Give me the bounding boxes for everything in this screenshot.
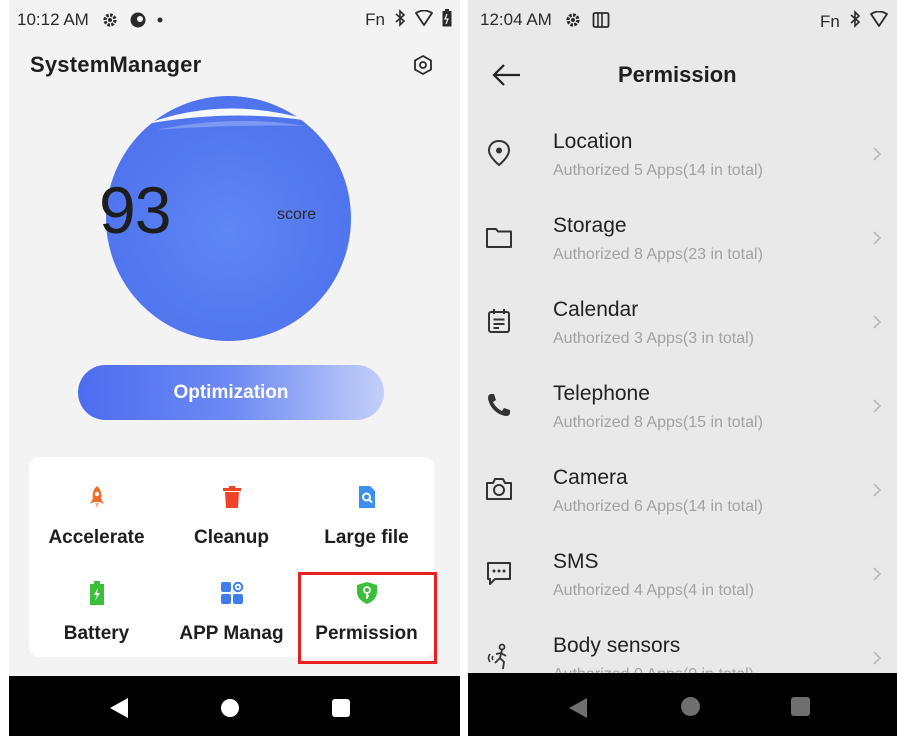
permission-name: SMS bbox=[553, 550, 599, 573]
status-bar: 10:12 AM Fn bbox=[9, 0, 460, 40]
battery-icon bbox=[89, 581, 104, 605]
status-time: 12:04 AM bbox=[480, 10, 552, 29]
wifi-icon bbox=[415, 9, 433, 31]
tool-label: Accelerate bbox=[48, 527, 145, 548]
wifi-icon bbox=[869, 10, 888, 32]
gear-status-icon bbox=[101, 11, 119, 29]
permission-name: Body sensors bbox=[553, 634, 681, 657]
chevron-right-icon bbox=[873, 399, 882, 413]
tool-label: Battery bbox=[63, 623, 130, 644]
gear-status-icon bbox=[564, 11, 582, 29]
rocket-icon bbox=[89, 486, 104, 508]
permission-item-telephone[interactable]: Telephone Authorized 8 Apps(15 in total) bbox=[468, 382, 897, 466]
camera-icon bbox=[486, 478, 512, 500]
folder-icon bbox=[486, 228, 512, 248]
permission-item-sms[interactable]: SMS Authorized 4 Apps(4 in total) bbox=[468, 550, 897, 634]
nav-recents-icon[interactable] bbox=[332, 699, 350, 717]
settings-icon[interactable] bbox=[412, 54, 434, 76]
back-arrow-icon[interactable] bbox=[492, 62, 522, 88]
permission-name: Calendar bbox=[553, 298, 639, 321]
chevron-right-icon bbox=[873, 315, 882, 329]
tool-label: Cleanup bbox=[194, 527, 269, 548]
permission-count: Authorized 3 Apps(3 in total) bbox=[553, 330, 755, 347]
permission-name: Telephone bbox=[553, 382, 650, 405]
dot-status-icon bbox=[157, 17, 163, 23]
system-manager-screen: 10:12 AM Fn SystemManager 93 score Optim… bbox=[9, 0, 460, 736]
bluetooth-icon bbox=[394, 8, 406, 32]
permission-count: Authorized 8 Apps(15 in total) bbox=[553, 414, 763, 431]
body-sensor-icon bbox=[487, 643, 507, 670]
fn-indicator: Fn bbox=[365, 10, 385, 29]
permission-name: Location bbox=[553, 130, 633, 153]
tool-cleanup[interactable]: Cleanup bbox=[164, 485, 299, 549]
permission-name: Storage bbox=[553, 214, 627, 237]
app-title: SystemManager bbox=[30, 52, 202, 77]
nav-home-icon[interactable] bbox=[681, 697, 700, 716]
app-grid-icon bbox=[220, 581, 243, 604]
nav-back-icon[interactable] bbox=[568, 697, 588, 724]
tool-app-manager[interactable]: APP Manag bbox=[164, 581, 299, 645]
permission-count: Authorized 8 Apps(23 in total) bbox=[553, 246, 763, 263]
permission-count: Authorized 6 Apps(14 in total) bbox=[553, 498, 763, 515]
permission-highlight-box bbox=[298, 572, 437, 664]
status-time: 10:12 AM bbox=[17, 10, 89, 29]
score-unit: score bbox=[277, 206, 317, 223]
chevron-right-icon bbox=[873, 483, 882, 497]
wave-decoration bbox=[146, 108, 316, 130]
nav-back-icon[interactable] bbox=[109, 697, 129, 724]
bluetooth-icon bbox=[849, 10, 861, 33]
permission-item-location[interactable]: Location Authorized 5 Apps(14 in total) bbox=[468, 130, 897, 214]
sim-status-icon bbox=[592, 11, 610, 29]
sms-icon bbox=[487, 562, 511, 585]
cloud-status-icon bbox=[129, 11, 147, 29]
location-pin-icon bbox=[487, 139, 511, 167]
page-title: Permission bbox=[618, 62, 737, 87]
permission-name: Camera bbox=[553, 466, 628, 489]
phone-icon bbox=[488, 394, 510, 416]
permission-item-storage[interactable]: Storage Authorized 8 Apps(23 in total) bbox=[468, 214, 897, 298]
score-value: 93 bbox=[99, 173, 171, 247]
chevron-right-icon bbox=[873, 567, 882, 581]
chevron-right-icon bbox=[873, 231, 882, 245]
permission-item-camera[interactable]: Camera Authorized 6 Apps(14 in total) bbox=[468, 466, 897, 550]
optimization-button[interactable]: Optimization bbox=[78, 365, 384, 420]
status-bar: 12:04 AM Fn bbox=[468, 0, 897, 40]
permission-item-calendar[interactable]: Calendar Authorized 3 Apps(3 in total) bbox=[468, 298, 897, 382]
tool-label: Large file bbox=[324, 527, 409, 548]
battery-status-icon bbox=[442, 8, 452, 32]
permission-screen: 12:04 AM Fn Permission Location Authoriz… bbox=[468, 0, 897, 736]
chevron-right-icon bbox=[873, 651, 882, 665]
nav-recents-icon[interactable] bbox=[791, 697, 810, 716]
tool-battery[interactable]: Battery bbox=[29, 581, 164, 645]
tool-accelerate[interactable]: Accelerate bbox=[29, 485, 164, 549]
file-search-icon bbox=[358, 486, 375, 508]
permission-count: Authorized 4 Apps(4 in total) bbox=[553, 582, 755, 599]
tool-label: APP Manag bbox=[179, 623, 284, 644]
nav-home-icon[interactable] bbox=[221, 699, 239, 717]
trash-icon bbox=[222, 486, 241, 508]
permission-count: Authorized 5 Apps(14 in total) bbox=[553, 162, 763, 179]
calendar-icon bbox=[488, 309, 510, 333]
tool-large-file[interactable]: Large file bbox=[299, 485, 434, 549]
chevron-right-icon bbox=[873, 147, 882, 161]
fn-indicator: Fn bbox=[820, 11, 840, 31]
